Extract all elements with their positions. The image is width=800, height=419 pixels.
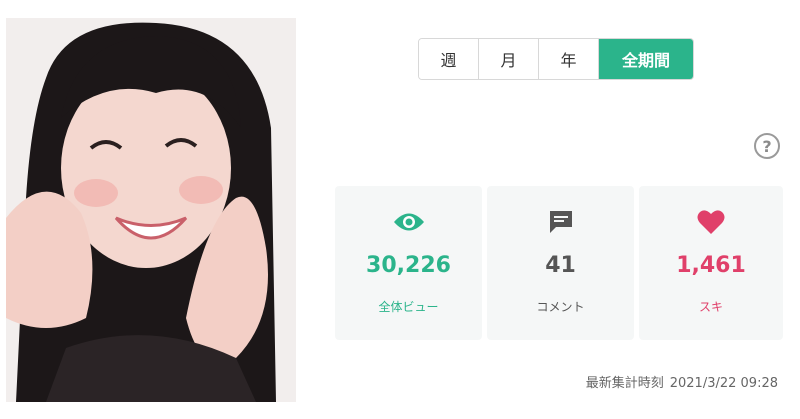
tab-all-time[interactable]: 全期間 [599, 39, 693, 79]
eye-icon [392, 208, 426, 236]
likes-label: スキ [698, 300, 723, 314]
comments-label: コメント [536, 300, 585, 314]
tab-year[interactable]: 年 [539, 39, 599, 79]
help-icon[interactable]: ? [754, 133, 780, 159]
stat-card-views: 30,226 全体ビュー [335, 186, 482, 340]
stat-card-comments: 41 コメント [487, 186, 634, 340]
likes-count: 1,461 [676, 253, 746, 278]
comment-icon [544, 208, 578, 236]
last-updated: 最新集計時刻 2021/3/22 09:28 [586, 372, 778, 391]
period-tabs: 週 月 年 全期間 [418, 38, 694, 80]
tab-month[interactable]: 月 [479, 39, 539, 79]
comments-count: 41 [545, 253, 576, 278]
views-count: 30,226 [366, 253, 451, 278]
views-label: 全体ビュー [378, 300, 439, 314]
last-updated-label: 最新集計時刻 [585, 376, 664, 391]
stat-card-likes: 1,461 スキ [639, 186, 783, 340]
last-updated-time: 2021/3/22 09:28 [669, 376, 778, 391]
tab-week[interactable]: 週 [419, 39, 479, 79]
heart-icon [694, 208, 728, 236]
profile-photo [6, 18, 296, 402]
